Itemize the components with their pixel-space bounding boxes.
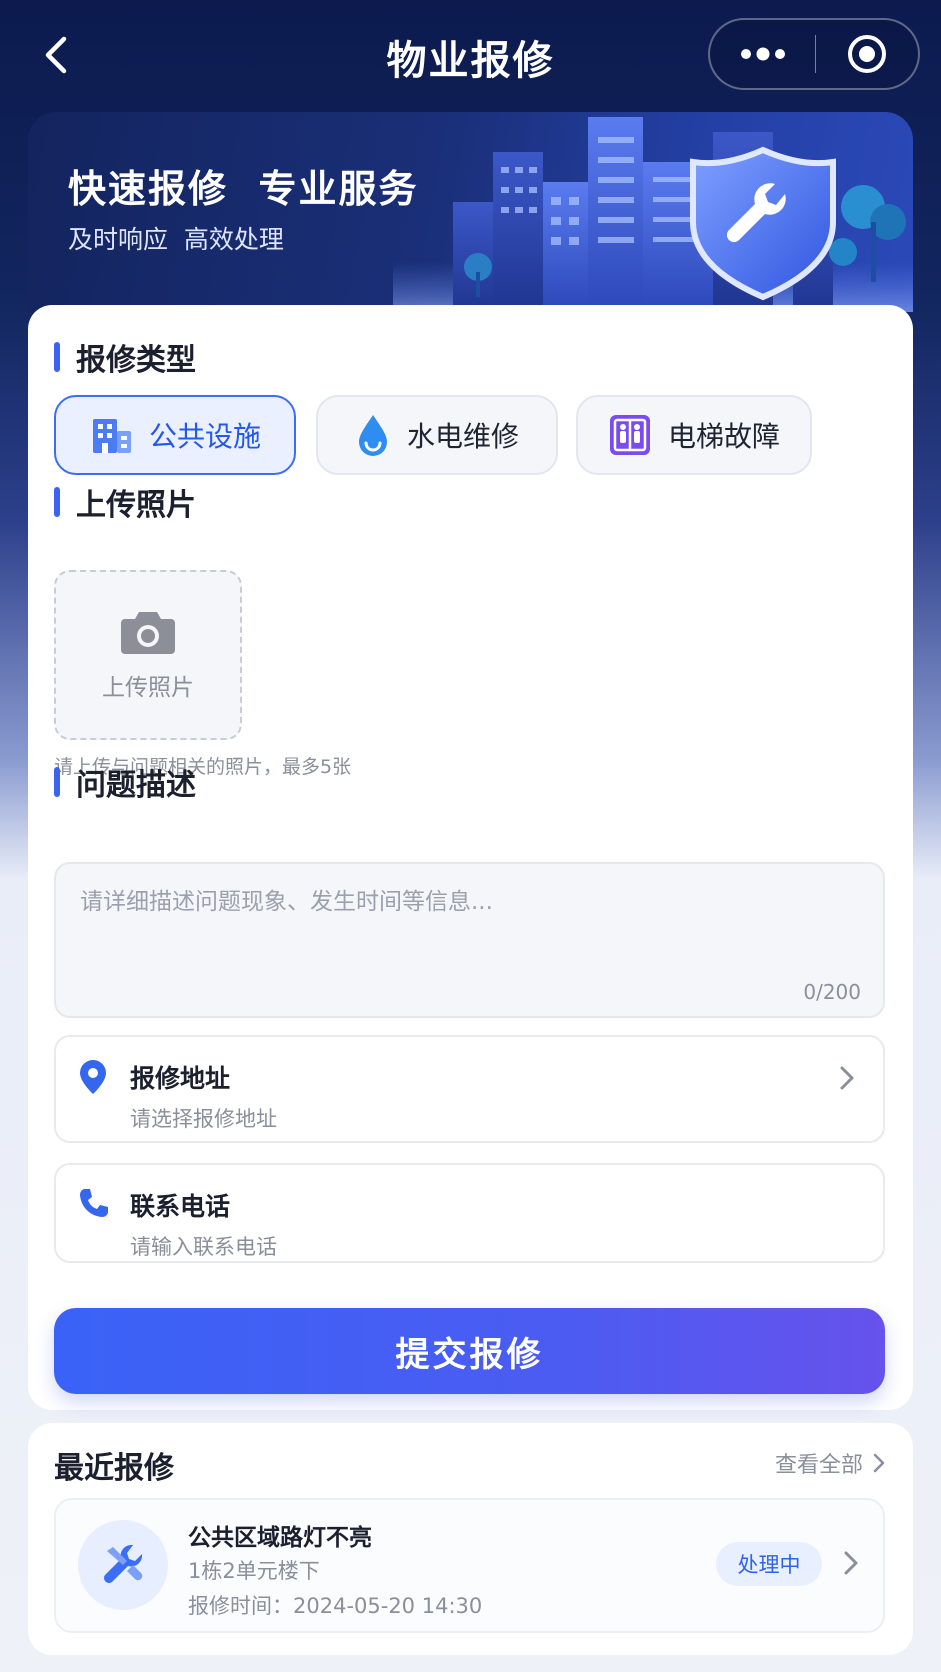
water-drop-icon: [355, 413, 391, 457]
chevron-right-icon: [843, 1550, 859, 1580]
description-textarea[interactable]: [56, 864, 883, 1016]
phone-icon: [78, 1187, 110, 1223]
banner-title: 快速报修 专业服务: [68, 167, 419, 211]
camera-icon: [121, 612, 175, 654]
type-option-elevator[interactable]: 电梯故障: [576, 395, 812, 475]
description-field: 0/200: [54, 862, 885, 1018]
upload-photo-label: 上传照片: [102, 675, 194, 701]
phone-label: 联系电话: [130, 1192, 231, 1221]
status-badge: 处理中: [716, 1542, 822, 1586]
banner-subtitle: 及时响应 高效处理: [68, 225, 284, 254]
description-section-title: 问题描述: [54, 760, 196, 804]
character-counter: 0/200: [803, 980, 861, 1004]
target-icon: [848, 35, 886, 73]
more-dots-icon: [740, 47, 785, 61]
elevator-icon: [608, 413, 652, 457]
section-accent-bar: [54, 342, 60, 372]
recent-repairs-title: 最近报修: [54, 1451, 174, 1486]
recent-item-location: 1栋2单元楼下: [188, 1559, 320, 1583]
recent-repairs-card: 最近报修 查看全部 公共区域路灯不亮 1栋2单元楼下 报修时间：2024-05-…: [28, 1423, 913, 1655]
address-label: 报修地址: [130, 1064, 231, 1093]
phone-placeholder: 请输入联系电话: [130, 1235, 277, 1259]
close-miniprogram-button[interactable]: [816, 20, 918, 88]
address-selector[interactable]: 报修地址 请选择报修地址: [54, 1035, 885, 1143]
type-option-public-facility[interactable]: 公共设施: [54, 395, 296, 475]
submit-repair-button[interactable]: 提交报修: [54, 1308, 885, 1394]
section-accent-bar: [54, 487, 60, 517]
chevron-right-icon: [839, 1065, 855, 1095]
address-placeholder: 请选择报修地址: [130, 1107, 277, 1131]
more-button[interactable]: [710, 20, 815, 88]
recent-item-time: 报修时间：2024-05-20 14:30: [188, 1594, 483, 1618]
hero-banner: 快速报修 专业服务 及时响应 高效处理: [28, 112, 913, 312]
recent-repair-item[interactable]: 公共区域路灯不亮 1栋2单元楼下 报修时间：2024-05-20 14:30 处…: [54, 1498, 885, 1633]
repair-type-section-title: 报修类型: [54, 335, 196, 379]
chevron-right-icon: [873, 1453, 885, 1473]
recent-item-title: 公共区域路灯不亮: [188, 1525, 372, 1551]
mini-program-capsule: [708, 18, 920, 90]
phone-field[interactable]: 联系电话 请输入联系电话: [54, 1163, 885, 1263]
upload-section-title: 上传照片: [54, 480, 196, 524]
section-accent-bar: [54, 767, 60, 797]
top-navigation-bar: 物业报修: [0, 0, 941, 110]
repair-form-card: 报修类型 公共设施 水电维修 电梯故障 上传照片 上传照片 请上传与问题相关的照…: [28, 305, 913, 1410]
type-option-water-electric[interactable]: 水电维修: [316, 395, 558, 475]
view-all-link[interactable]: 查看全部: [775, 1447, 885, 1479]
location-pin-icon: [78, 1059, 108, 1099]
upload-photo-button[interactable]: 上传照片: [54, 570, 242, 740]
city-shield-illustration: [393, 117, 913, 312]
building-icon: [89, 415, 133, 455]
repair-tools-icon: [78, 1520, 168, 1610]
